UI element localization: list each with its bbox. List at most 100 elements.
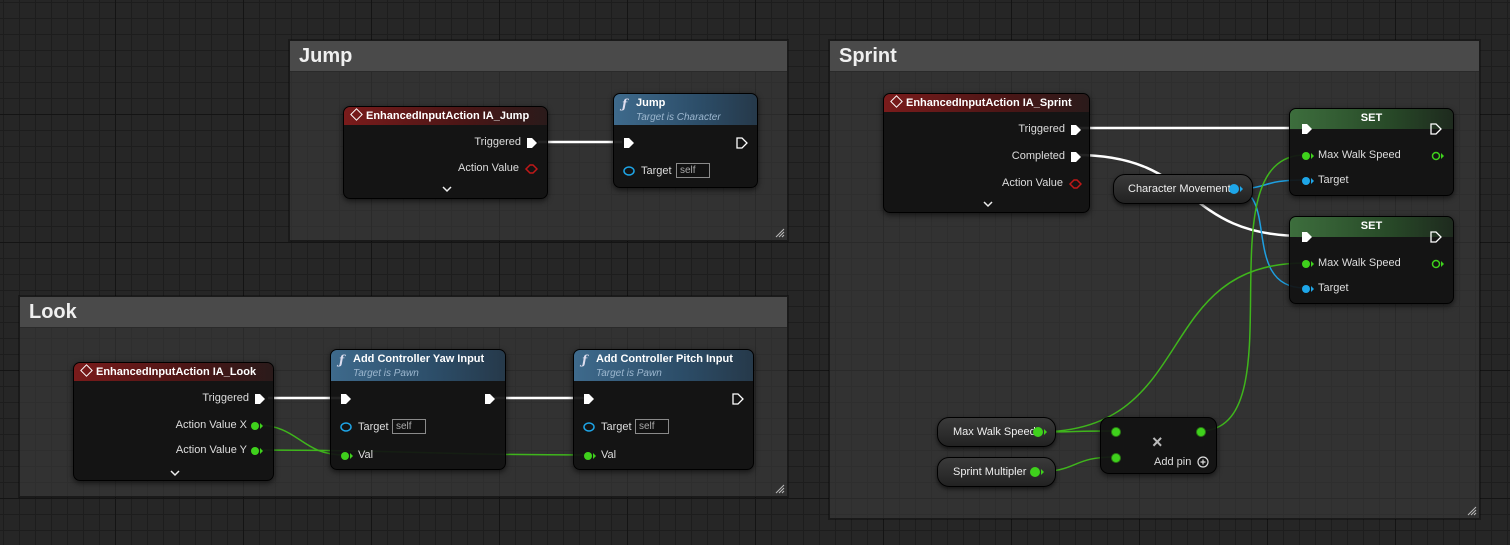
- chevron-down-icon[interactable]: [170, 469, 180, 477]
- float-out-pin-icon[interactable]: [1431, 151, 1445, 161]
- node-title: EnhancedInputAction IA_Jump: [366, 110, 530, 122]
- event-diamond-icon: [890, 95, 903, 108]
- add-pin-plus-icon[interactable]: [1197, 456, 1209, 468]
- node-subtitle: Target is Pawn: [596, 368, 662, 379]
- object-pin-icon[interactable]: [1301, 176, 1315, 186]
- resize-handle-icon[interactable]: [775, 228, 785, 238]
- node-title: Add Controller Pitch Input: [596, 353, 733, 365]
- object-pin-icon[interactable]: [1228, 183, 1244, 195]
- resize-handle-icon[interactable]: [775, 484, 785, 494]
- pin-label-val: Val: [358, 449, 374, 461]
- chevron-down-icon[interactable]: [983, 200, 993, 208]
- node-header: EnhancedInputAction IA_Sprint: [884, 94, 1089, 112]
- node-header: ƒ Add Controller Pitch Input Target is P…: [574, 350, 753, 381]
- sprint-multiplier-variable-node[interactable]: Sprint Multipler: [937, 457, 1056, 487]
- exec-out-pin-icon[interactable]: [484, 393, 496, 405]
- exec-out-pin-icon[interactable]: [1430, 231, 1442, 243]
- float-pin-icon[interactable]: [1032, 426, 1048, 438]
- multiply-symbol: ×: [1152, 432, 1163, 452]
- pin-label-action-value: Action Value: [458, 162, 519, 174]
- pin-label-action-value-x: Action Value X: [175, 419, 247, 431]
- exec-in-pin-icon[interactable]: [583, 393, 595, 405]
- node-title: EnhancedInputAction IA_Look: [96, 366, 257, 378]
- character-movement-node[interactable]: Character Movement: [1113, 174, 1253, 204]
- multiply-node[interactable]: × Add pin: [1100, 417, 1217, 474]
- object-pin-icon[interactable]: [623, 166, 635, 176]
- pin-label-max-walk-speed: Max Walk Speed: [1318, 257, 1401, 269]
- pin-label-action-value-y: Action Value Y: [175, 444, 247, 456]
- node-header: EnhancedInputAction IA_Jump: [344, 107, 547, 125]
- exec-out-pin-icon[interactable]: [732, 393, 744, 405]
- comment-title: Look: [20, 297, 787, 328]
- struct-pin-icon[interactable]: [1068, 179, 1082, 189]
- node-header: ƒ Add Controller Yaw Input Target is Paw…: [331, 350, 505, 381]
- node-header: ƒ Jump Target is Character: [614, 94, 757, 125]
- max-walk-speed-variable-node[interactable]: Max Walk Speed: [937, 417, 1056, 447]
- add-pin-label[interactable]: Add pin: [1154, 456, 1191, 468]
- pin-label-target: Target: [358, 421, 389, 433]
- event-diamond-icon: [80, 364, 93, 377]
- pin-label-target: Target: [1318, 282, 1349, 294]
- pin-label-target: Target: [601, 421, 632, 433]
- exec-in-pin-icon[interactable]: [1301, 231, 1313, 243]
- exec-in-pin-icon[interactable]: [1301, 123, 1313, 135]
- object-pin-icon[interactable]: [1301, 284, 1315, 294]
- node-header: EnhancedInputAction IA_Look: [74, 363, 273, 381]
- float-in-pin-icon[interactable]: [1110, 426, 1122, 438]
- event-node-ia-look[interactable]: EnhancedInputAction IA_Look Triggered Ac…: [73, 362, 274, 481]
- float-pin-icon[interactable]: [250, 446, 264, 456]
- node-label: Sprint Multipler: [953, 466, 1027, 478]
- node-label: Max Walk Speed: [953, 426, 1036, 438]
- function-icon: ƒ: [339, 353, 345, 367]
- object-pin-icon[interactable]: [340, 422, 352, 432]
- comment-title: Jump: [290, 41, 787, 72]
- event-node-ia-jump[interactable]: EnhancedInputAction IA_Jump Triggered Ac…: [343, 106, 548, 199]
- float-pin-icon[interactable]: [583, 451, 597, 461]
- target-self-field[interactable]: self: [676, 163, 710, 178]
- set-node-2[interactable]: SET Max Walk Speed Target: [1289, 216, 1454, 304]
- object-pin-icon[interactable]: [583, 422, 595, 432]
- pin-label-action-value: Action Value: [1002, 177, 1063, 189]
- pin-label-completed: Completed: [1011, 150, 1065, 162]
- float-in-pin-icon[interactable]: [1110, 452, 1122, 464]
- function-node-jump[interactable]: ƒ Jump Target is Character Target self: [613, 93, 758, 188]
- node-label: Character Movement: [1128, 183, 1231, 195]
- float-pin-icon[interactable]: [340, 451, 354, 461]
- float-pin-icon[interactable]: [1301, 259, 1315, 269]
- exec-out-pin-icon[interactable]: [1430, 123, 1442, 135]
- exec-pin-icon[interactable]: [526, 137, 538, 149]
- exec-pin-icon[interactable]: [1070, 151, 1082, 163]
- function-icon: ƒ: [582, 353, 588, 367]
- pin-label-target: Target: [1318, 174, 1349, 186]
- exec-in-pin-icon[interactable]: [623, 137, 635, 149]
- exec-pin-icon[interactable]: [254, 393, 266, 405]
- pin-label-max-walk-speed: Max Walk Speed: [1318, 149, 1401, 161]
- struct-pin-icon[interactable]: [524, 164, 538, 174]
- function-node-add-controller-yaw-input[interactable]: ƒ Add Controller Yaw Input Target is Paw…: [330, 349, 506, 470]
- float-pin-icon[interactable]: [1029, 466, 1045, 478]
- resize-handle-icon[interactable]: [1467, 506, 1477, 516]
- node-subtitle: Target is Pawn: [353, 368, 419, 379]
- pin-label-val: Val: [601, 449, 617, 461]
- function-node-add-controller-pitch-input[interactable]: ƒ Add Controller Pitch Input Target is P…: [573, 349, 754, 470]
- exec-pin-icon[interactable]: [1070, 124, 1082, 136]
- float-pin-icon[interactable]: [1301, 151, 1315, 161]
- pin-label-target: Target: [641, 165, 672, 177]
- set-node-1[interactable]: SET Max Walk Speed Target: [1289, 108, 1454, 196]
- event-node-ia-sprint[interactable]: EnhancedInputAction IA_Sprint Triggered …: [883, 93, 1090, 213]
- pin-label-triggered: Triggered: [202, 392, 249, 404]
- node-subtitle: Target is Character: [636, 112, 721, 123]
- float-pin-icon[interactable]: [250, 421, 264, 431]
- event-diamond-icon: [350, 108, 363, 121]
- node-title: EnhancedInputAction IA_Sprint: [906, 97, 1072, 109]
- target-self-field[interactable]: self: [392, 419, 426, 434]
- exec-out-pin-icon[interactable]: [736, 137, 748, 149]
- target-self-field[interactable]: self: [635, 419, 669, 434]
- float-out-pin-icon[interactable]: [1431, 259, 1445, 269]
- exec-in-pin-icon[interactable]: [340, 393, 352, 405]
- node-title: Jump: [636, 97, 666, 109]
- chevron-down-icon[interactable]: [442, 185, 452, 193]
- node-header: SET: [1290, 109, 1453, 129]
- float-out-pin-icon[interactable]: [1195, 426, 1207, 438]
- pin-label-triggered: Triggered: [474, 136, 521, 148]
